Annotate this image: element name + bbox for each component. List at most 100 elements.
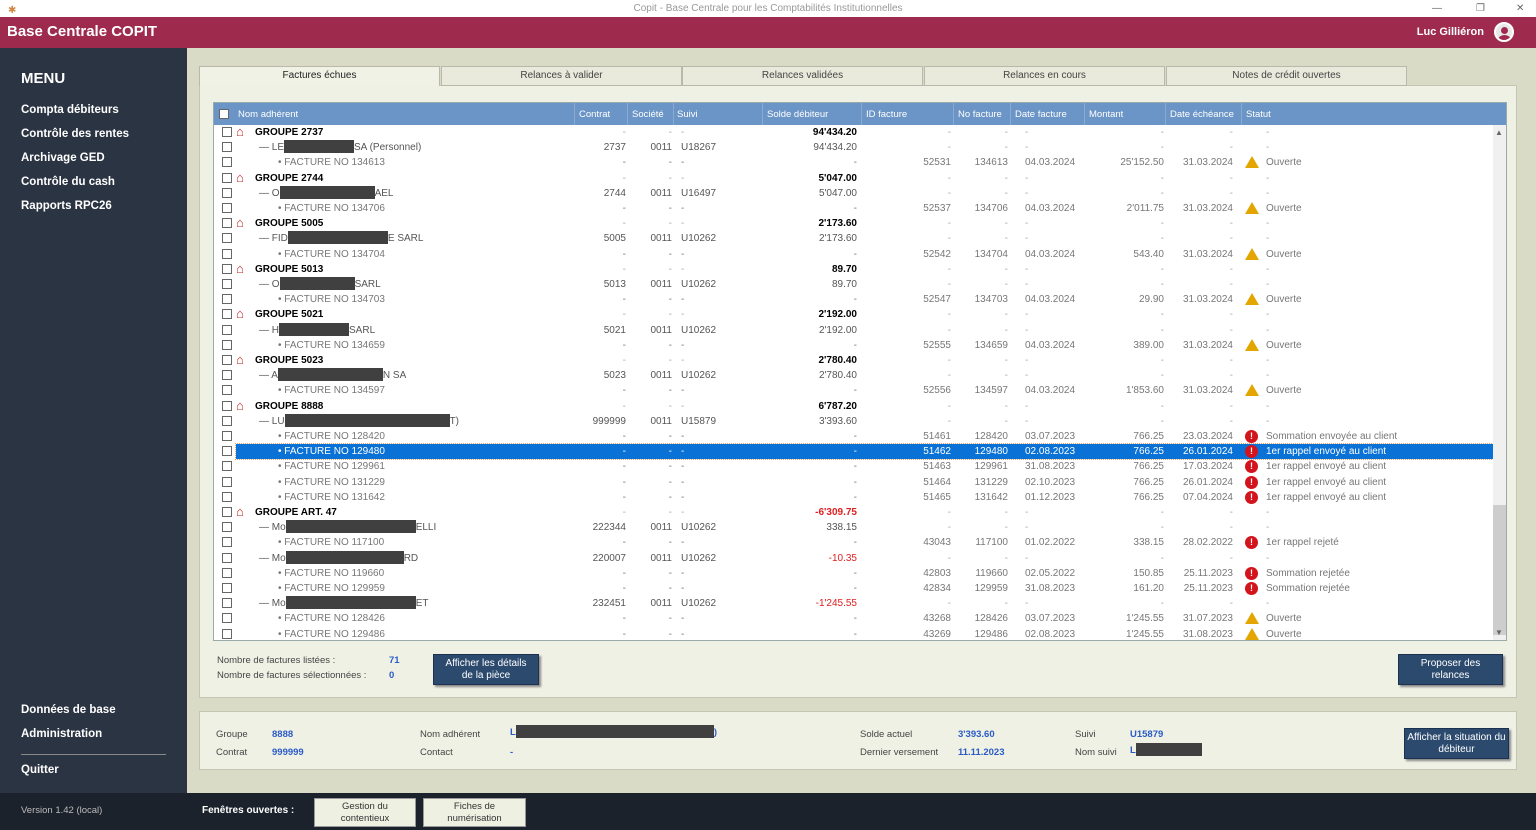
member-row[interactable]: — FID E SARL 5005 0011 U10262 2'173.60- - - - - - (214, 231, 1492, 246)
sidebar-item-administration[interactable]: Administration (21, 728, 102, 740)
sidebar-item-donnees-base[interactable]: Données de base (21, 704, 116, 716)
member-row[interactable]: — AN SA 5023 0011 U10262 2'780.40- - - - - - (214, 368, 1492, 383)
row-checkbox[interactable] (222, 537, 232, 548)
select-all-checkbox[interactable] (219, 109, 229, 119)
col-montant[interactable]: Montant (1089, 109, 1123, 120)
row-checkbox[interactable] (222, 127, 232, 137)
group-row[interactable]: ⌂ GROUPE 8888- - -6'787.20- - - - - - (214, 398, 1492, 414)
invoice-row[interactable]: • FACTURE NO 134613- - - -52531 134613 04.03.… (214, 155, 1492, 170)
invoice-row[interactable]: • FACTURE NO 128426- - - -43268 128426 03.07.… (214, 611, 1492, 626)
col-date-echeance[interactable]: Date échéance (1170, 109, 1234, 120)
open-window-gestion-contentieux[interactable]: Gestion du contentieux (314, 798, 416, 827)
row-checkbox[interactable] (222, 583, 232, 593)
row-checkbox[interactable] (222, 567, 232, 578)
group-row[interactable]: ⌂ GROUPE ART. 47- - - -6'309.75- - - - - - (214, 505, 1492, 520)
sidebar-item-controle-cash[interactable]: Contrôle du cash (21, 176, 115, 188)
scrollbar-thumb[interactable] (1493, 505, 1506, 635)
sidebar-item-compta-debiteurs[interactable]: Compta débiteurs (21, 104, 119, 116)
invoice-row[interactable]: • FACTURE NO 134659- - - -52555 134659 04.03.… (214, 338, 1492, 353)
col-no-facture[interactable]: No facture (958, 109, 1002, 120)
row-checkbox[interactable] (222, 613, 232, 624)
invoice-row[interactable]: • FACTURE NO 129959- - - -42834 129959 31.08.… (214, 581, 1492, 596)
member-row[interactable]: — H SARL 5021 0011 U10262 2'192.00- - - - - - (214, 322, 1492, 338)
row-checkbox[interactable] (222, 172, 232, 183)
row-checkbox[interactable] (222, 248, 232, 259)
row-checkbox[interactable] (222, 309, 232, 320)
group-row[interactable]: ⌂ GROUPE 5023- - -2'780.40- - - - - - (214, 353, 1492, 368)
restore-button[interactable]: ❐ (1476, 0, 1485, 17)
row-checkbox[interactable] (222, 400, 232, 411)
row-checkbox[interactable] (222, 339, 232, 350)
row-checkbox[interactable] (222, 142, 232, 153)
invoice-row[interactable]: • FACTURE NO 129961- - - -51463 129961 31.08.… (214, 459, 1492, 474)
invoice-row[interactable]: • FACTURE NO 129486- - - -43269 129486 02.08.… (214, 627, 1492, 640)
row-checkbox[interactable] (222, 157, 232, 168)
scroll-down-icon[interactable]: ▼ (1495, 628, 1503, 637)
tab-relances-a-valider[interactable]: Relances à valider (441, 66, 682, 86)
col-id-facture[interactable]: ID facture (866, 109, 907, 120)
invoice-row[interactable]: • FACTURE NO 134597- - - -52556 134597 04.03.… (214, 383, 1492, 398)
member-row[interactable]: — LU T) 999999 0011 U15879 3'393.60- - - - - - (214, 413, 1492, 429)
row-checkbox[interactable] (222, 355, 232, 365)
row-checkbox[interactable] (222, 431, 232, 441)
member-row[interactable]: — O SARL 5013 0011 U10262 89.70- - - - - - (214, 277, 1492, 292)
row-checkbox[interactable] (222, 415, 232, 426)
table-scrollbar[interactable]: ▲ ▼ (1493, 125, 1506, 640)
invoice-row[interactable]: • FACTURE NO 131642- - - -51465 131642 01.12.… (214, 490, 1492, 505)
col-statut[interactable]: Statut (1246, 109, 1271, 120)
invoice-row[interactable]: • FACTURE NO 134703- - - -52547 134703 04.03.… (214, 292, 1492, 307)
avatar[interactable] (1494, 22, 1514, 42)
sidebar-item-quitter[interactable]: Quitter (21, 764, 59, 776)
sidebar-item-rapports-rpc26[interactable]: Rapports RPC26 (21, 200, 112, 212)
open-window-fiches-numerisation[interactable]: Fiches de numérisation (423, 798, 526, 827)
show-debtor-situation-button[interactable]: Afficher la situation du débiteur (1404, 728, 1509, 759)
col-solde-debiteur[interactable]: Solde débiteur (767, 109, 828, 120)
propose-reminders-button[interactable]: Proposer des relances (1398, 654, 1503, 685)
invoice-row[interactable]: • FACTURE NO 119660- - - -42803 119660 02.05.… (214, 566, 1492, 581)
row-checkbox[interactable] (222, 324, 232, 335)
row-checkbox[interactable] (222, 628, 232, 639)
scroll-up-icon[interactable]: ▲ (1495, 128, 1503, 137)
row-checkbox[interactable] (222, 461, 232, 472)
col-societe[interactable]: Société (632, 109, 664, 120)
row-checkbox[interactable] (222, 233, 232, 244)
row-checkbox[interactable] (222, 476, 232, 487)
invoice-row[interactable]: • FACTURE NO 131229- - - -51464 131229 02.10.… (214, 475, 1492, 490)
member-row[interactable]: — Mo RD 220007 0011 U10262 -10.35- - - - - - (214, 550, 1492, 566)
row-checkbox[interactable] (222, 218, 232, 229)
close-button[interactable]: ✕ (1516, 0, 1524, 17)
col-date-facture[interactable]: Date facture (1015, 109, 1067, 120)
row-checkbox[interactable] (222, 507, 232, 517)
tab-notes-credit-ouvertes[interactable]: Notes de crédit ouvertes (1166, 66, 1407, 86)
tab-relances-validees[interactable]: Relances validées (682, 66, 923, 86)
sidebar-item-controle-rentes[interactable]: Contrôle des rentes (21, 128, 129, 140)
show-details-button[interactable]: Afficher les détails de la pièce (433, 654, 539, 685)
group-row[interactable]: ⌂ GROUPE 2744- - -5'047.00- - - - - - (214, 170, 1492, 186)
row-checkbox[interactable] (222, 279, 232, 289)
row-checkbox[interactable] (222, 203, 232, 213)
member-row[interactable]: — Mo ET 232451 0011 U10262 -1'245.55- - - - - - (214, 596, 1492, 611)
tab-relances-en-cours[interactable]: Relances en cours (924, 66, 1165, 86)
invoice-row[interactable]: • FACTURE NO 128420- - - -51461 128420 03.07.… (214, 429, 1492, 444)
invoice-row[interactable]: • FACTURE NO 129480- - - -51462 129480 02.08.… (222, 443, 1494, 461)
member-row[interactable]: — LE SA (Personnel) 2737 0011 U18267 94'434.2… (214, 140, 1492, 155)
invoice-row[interactable]: • FACTURE NO 117100- - - -43043 117100 01.02.… (214, 535, 1492, 550)
row-checkbox[interactable] (222, 598, 232, 609)
col-nom-adherent[interactable]: Nom adhérent (238, 109, 298, 120)
sidebar-item-archivage-ged[interactable]: Archivage GED (21, 152, 105, 164)
invoice-row[interactable]: • FACTURE NO 134706- - - -52537 134706 04.03.… (214, 201, 1492, 216)
row-checkbox[interactable] (222, 522, 232, 533)
row-checkbox[interactable] (222, 446, 232, 457)
group-row[interactable]: ⌂ GROUPE 5005- - -2'173.60- - - - - - (214, 216, 1492, 231)
row-checkbox[interactable] (222, 491, 232, 502)
row-checkbox[interactable] (222, 294, 232, 305)
row-checkbox[interactable] (222, 385, 232, 396)
row-checkbox[interactable] (222, 263, 232, 274)
row-checkbox[interactable] (222, 187, 232, 198)
group-row[interactable]: ⌂ GROUPE 2737- - -94'434.20- - - - - - (214, 125, 1492, 140)
member-row[interactable]: — O AEL 2744 0011 U16497 5'047.00- - - - - - (214, 185, 1492, 201)
invoice-row[interactable]: • FACTURE NO 134704- - - -52542 134704 04.03.… (214, 247, 1492, 262)
user-name[interactable]: Luc Gilliéron (1417, 26, 1484, 38)
group-row[interactable]: ⌂ GROUPE 5021- - -2'192.00- - - - - - (214, 307, 1492, 322)
member-row[interactable]: — Mo ELLI 222344 0011 U10262 338.15- - - - - - (214, 520, 1492, 535)
